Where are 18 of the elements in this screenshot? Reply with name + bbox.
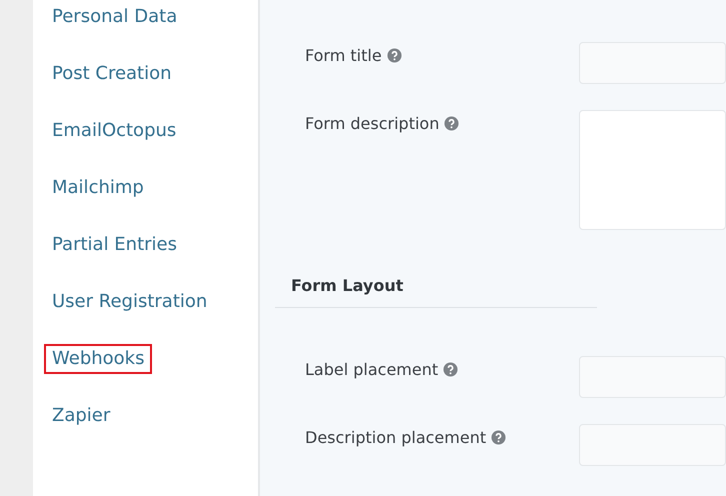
help-icon — [444, 116, 460, 131]
field-label: Form title — [305, 46, 382, 65]
field-label: Label placement — [305, 360, 438, 379]
help-icon — [386, 48, 402, 63]
section-heading: Form Layout — [275, 268, 597, 308]
field-label: Description placement — [305, 428, 486, 447]
sidebar-link[interactable]: Post Creation — [44, 59, 180, 89]
help-icon — [443, 362, 458, 377]
sidebar-link[interactable]: Webhooks — [44, 344, 152, 374]
sidebar-link[interactable]: Zapier — [44, 401, 118, 431]
field-label: Form description — [305, 114, 440, 133]
sidebar-link[interactable]: Mailchimp — [44, 173, 152, 203]
sidebar-link[interactable]: EmailOctopus — [44, 116, 184, 146]
help-icon — [491, 430, 506, 445]
sidebar-link[interactable]: Partial Entries — [44, 230, 185, 260]
sidebar-link[interactable]: User Registration — [44, 287, 216, 317]
sidebar-link[interactable]: Personal Data — [44, 2, 186, 32]
text-area[interactable] — [578, 110, 726, 230]
